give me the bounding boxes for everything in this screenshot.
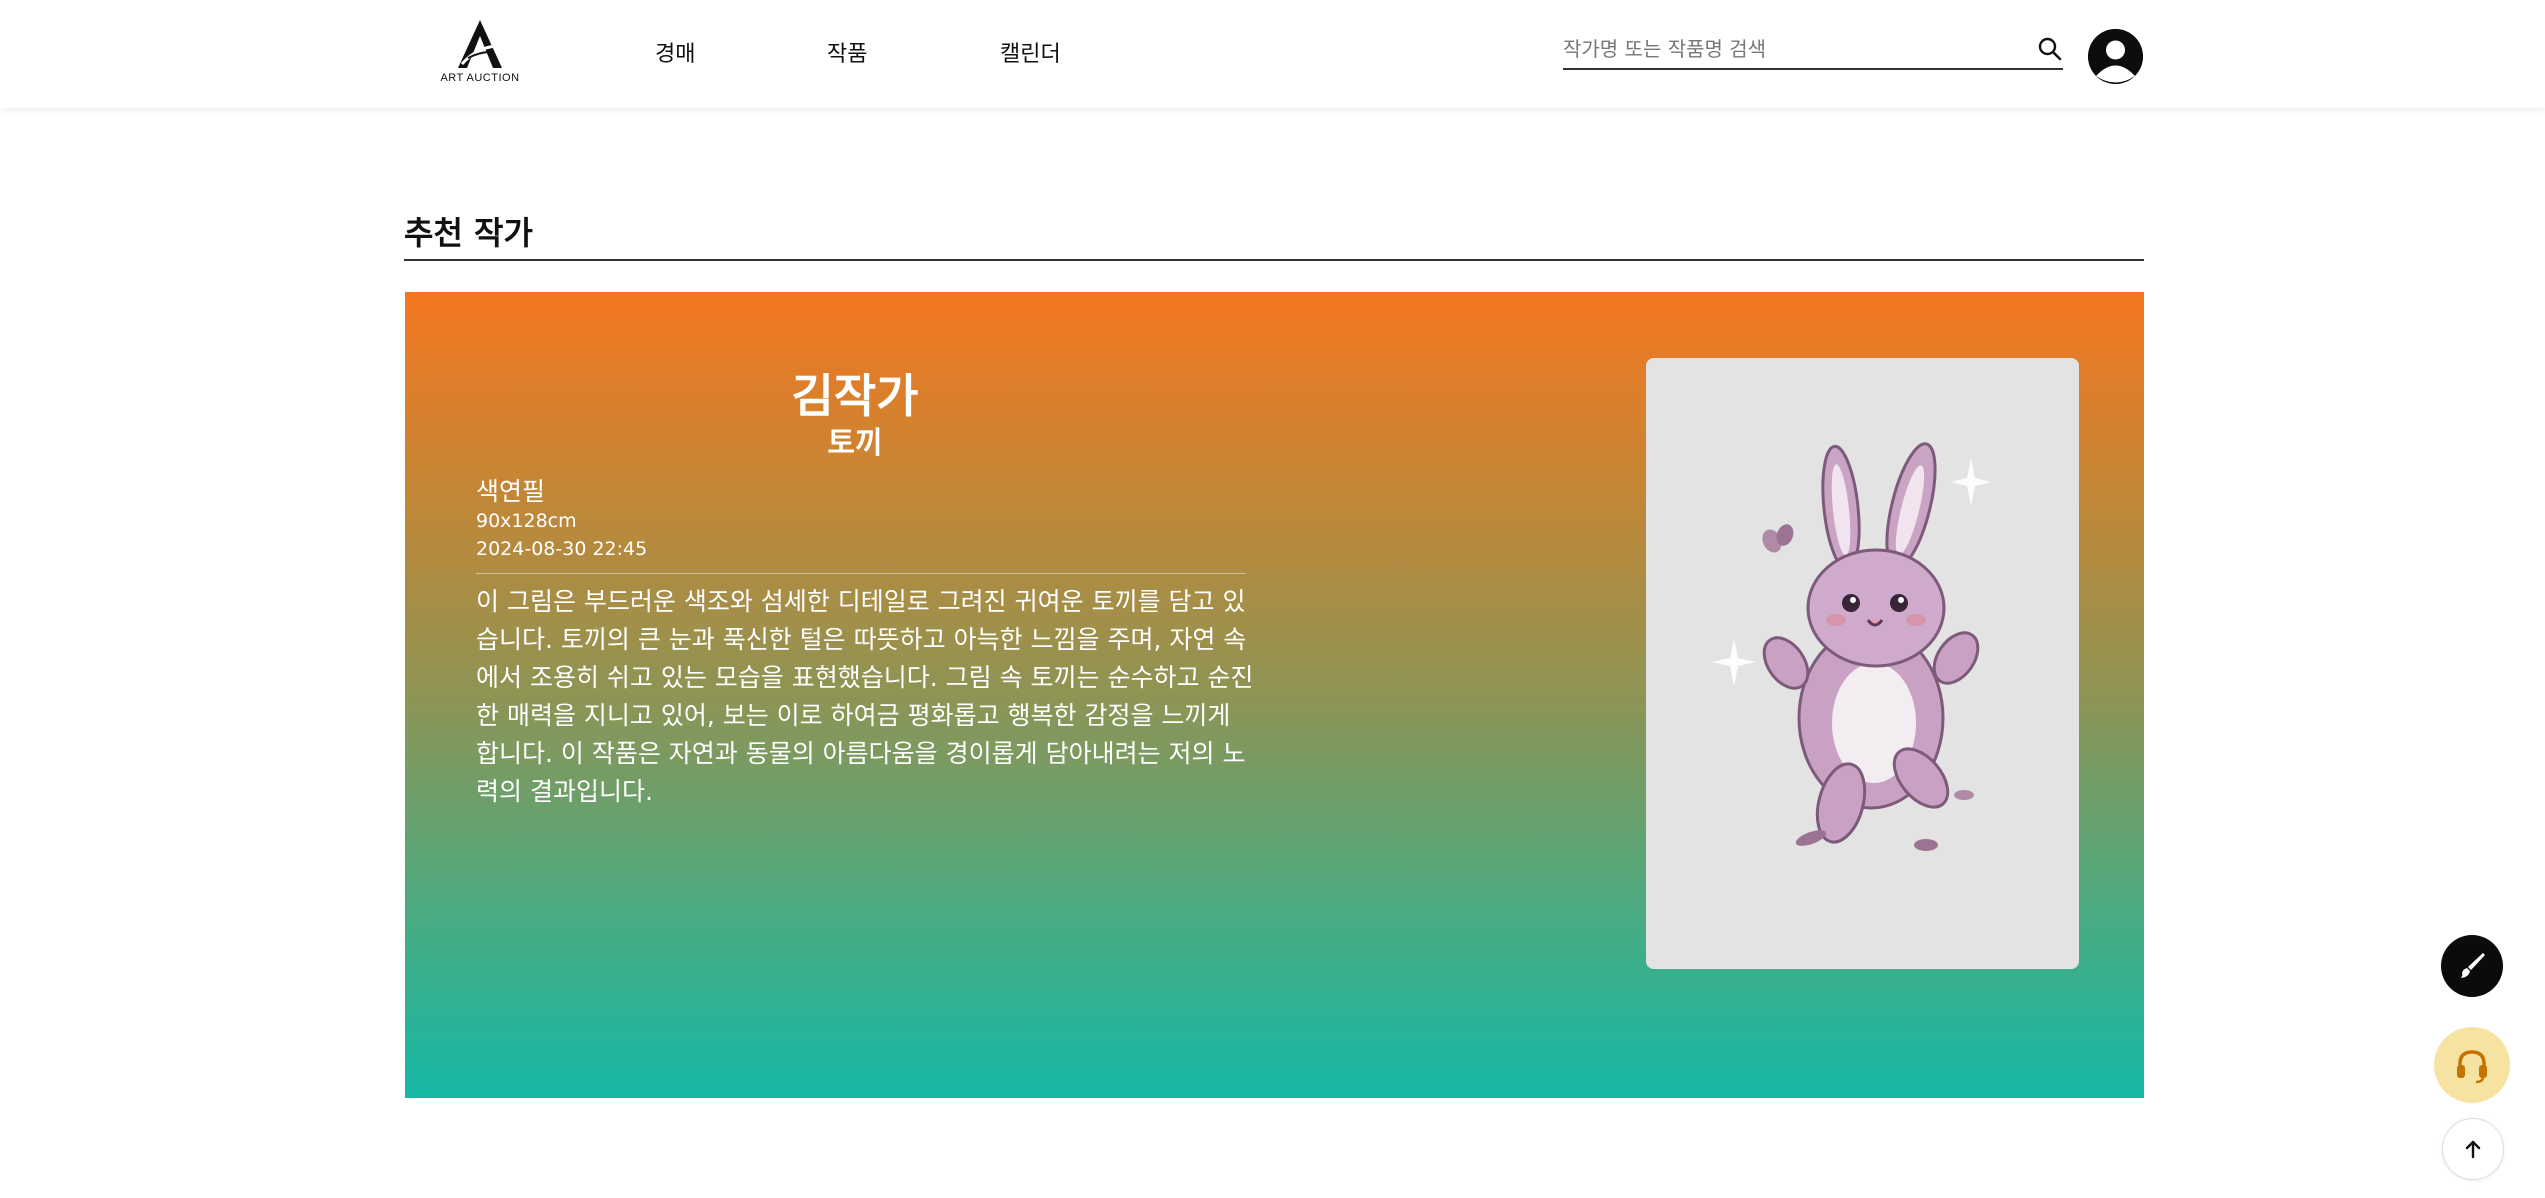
rabbit-illustration	[1646, 358, 2079, 969]
search-icon[interactable]	[2037, 36, 2063, 62]
logo[interactable]: ART AUCTION	[440, 18, 520, 88]
site-header: ART AUCTION 경매 작품 캘린더	[0, 0, 2545, 108]
user-avatar-icon[interactable]	[2088, 29, 2143, 84]
search-input[interactable]	[1563, 30, 2023, 68]
scroll-top-button[interactable]	[2442, 1118, 2504, 1180]
search-bar	[1563, 30, 2063, 70]
artwork-date: 2024-08-30 22:45	[476, 538, 648, 560]
logo-a-icon	[458, 20, 502, 68]
nav-auction[interactable]: 경매	[655, 36, 695, 68]
headset-icon	[2457, 1050, 2487, 1084]
artwork-image[interactable]	[1646, 358, 2079, 969]
customer-support-button[interactable]	[2434, 1027, 2510, 1103]
section-title: 추천 작가	[404, 214, 533, 252]
artwork-size: 90x128cm	[476, 510, 577, 532]
artist-name: 김작가	[791, 369, 919, 423]
artwork-title: 토끼	[827, 426, 883, 461]
arrow-up-icon	[2465, 1140, 2481, 1159]
artwork-medium: 색연필	[476, 477, 546, 506]
info-divider	[476, 573, 1246, 574]
section-divider	[404, 259, 2144, 261]
paint-brush-icon	[2461, 953, 2485, 978]
nav-works[interactable]: 작품	[827, 36, 867, 68]
nav-calendar[interactable]: 캘린더	[1000, 36, 1061, 68]
artwork-description: 이 그림은 부드러운 색조와 섬세한 디테일로 그려진 귀여운 토끼를 담고 있…	[476, 587, 1254, 806]
featured-artist-banner: 김작가 토끼 색연필 90x128cm 2024-08-30 22:45 이 그…	[405, 292, 2144, 1098]
logo-text: ART AUCTION	[440, 72, 520, 84]
paint-brush-button[interactable]	[2441, 935, 2503, 997]
